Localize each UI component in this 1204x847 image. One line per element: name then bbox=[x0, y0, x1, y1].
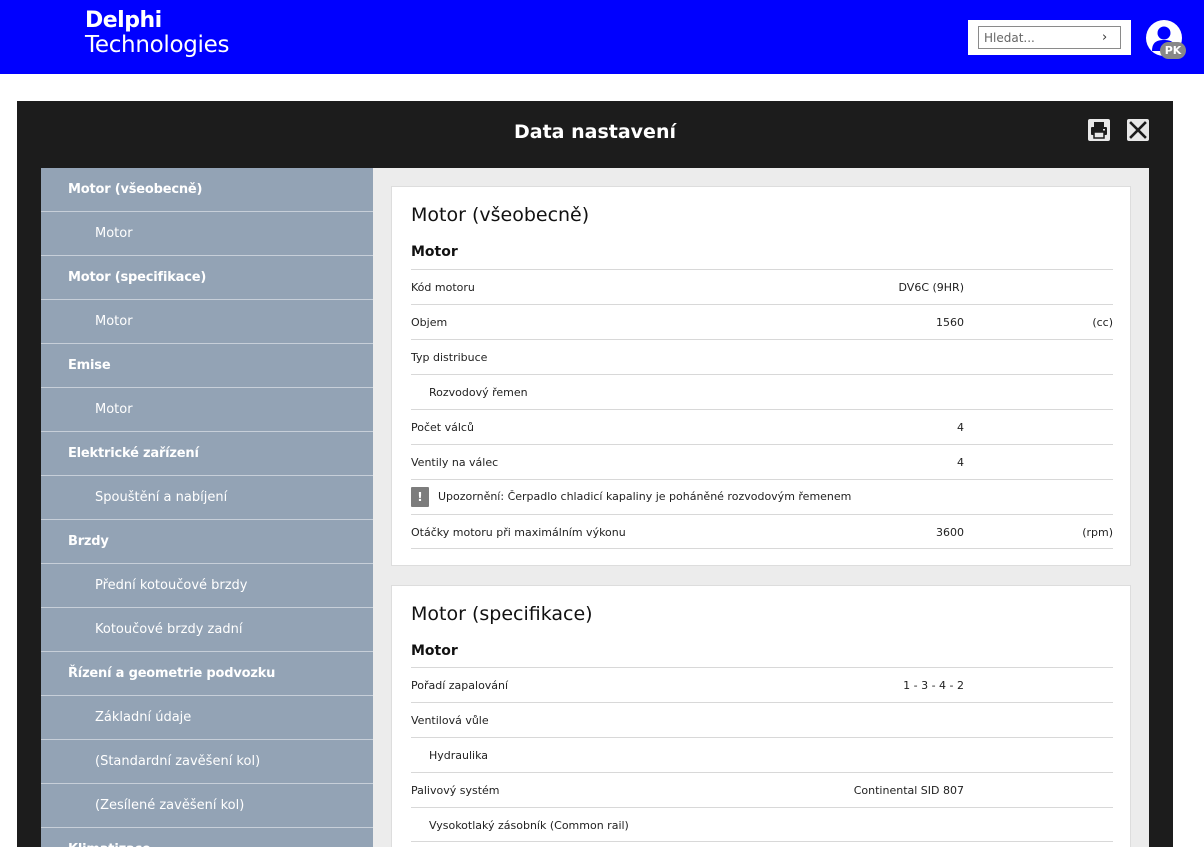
row-label: Typ distribuce bbox=[411, 351, 488, 364]
row-label: Rozvodový řemen bbox=[429, 386, 528, 399]
table-row: Otáčky motoru při maximálním výkonu 3600… bbox=[411, 514, 1113, 549]
sidebar-subitem-basic-data[interactable]: Základní údaje bbox=[41, 696, 373, 740]
row-value: Continental SID 807 bbox=[853, 784, 964, 797]
printer-icon bbox=[1091, 122, 1107, 139]
content-area[interactable]: Motor (všeobecně) Motor Kód motoru DV6C … bbox=[373, 168, 1149, 847]
sidebar-subitem-rear-disc-brakes[interactable]: Kotoučové brzdy zadní bbox=[41, 608, 373, 652]
logo-line2: Technologies bbox=[85, 32, 230, 58]
row-label: Ventily na válec bbox=[411, 456, 499, 469]
row-value: DV6C (9HR) bbox=[898, 281, 964, 294]
sidebar-subitem-engine[interactable]: Motor bbox=[41, 300, 373, 344]
sidebar-item-engine-specification[interactable]: Motor (specifikace) bbox=[41, 256, 373, 300]
search-submit-icon[interactable]: › bbox=[1102, 30, 1107, 45]
delphi-logo[interactable]: Delphi Technologies bbox=[85, 10, 229, 57]
row-value: 4 bbox=[957, 456, 964, 469]
row-label: Kód motoru bbox=[411, 281, 475, 294]
warning-icon: ! bbox=[411, 487, 429, 507]
sidebar-subitem-engine[interactable]: Motor bbox=[41, 212, 373, 256]
row-unit: (cc) bbox=[1092, 316, 1113, 329]
sidebar-item-air-conditioning[interactable]: Klimatizace bbox=[41, 828, 373, 847]
table-row: Hydraulika bbox=[411, 737, 1113, 772]
section-title: Motor (specifikace) bbox=[411, 603, 593, 625]
row-label: Počet válců bbox=[411, 421, 474, 434]
top-bar: Delphi Technologies › PK bbox=[0, 0, 1204, 74]
table-row: Ventilová vůle bbox=[411, 702, 1113, 737]
table-row: Kód motoru DV6C (9HR) bbox=[411, 269, 1113, 304]
row-unit: (rpm) bbox=[1082, 526, 1113, 539]
section-subtitle: Motor bbox=[411, 643, 458, 659]
section-engine-general: Motor (všeobecně) Motor Kód motoru DV6C … bbox=[391, 186, 1131, 566]
sidebar-subitem-engine[interactable]: Motor bbox=[41, 388, 373, 432]
row-label: Vysokotlaký zásobník (Common rail) bbox=[429, 819, 629, 832]
row-label: Hydraulika bbox=[429, 749, 489, 762]
sidebar-subitem-heavy-duty-suspension[interactable]: (Zesílené zavěšení kol) bbox=[41, 784, 373, 828]
sidebar-item-steering-geometry[interactable]: Řízení a geometrie podvozku bbox=[41, 652, 373, 696]
logo-line1: Delphi bbox=[85, 8, 162, 33]
section-subtitle: Motor bbox=[411, 244, 458, 260]
avatar-initials-badge: PK bbox=[1160, 42, 1186, 59]
section-title: Motor (všeobecně) bbox=[411, 204, 590, 226]
sidebar-item-emissions[interactable]: Emise bbox=[41, 344, 373, 388]
row-value: 1560 bbox=[936, 316, 964, 329]
sidebar-item-electrical[interactable]: Elektrické zařízení bbox=[41, 432, 373, 476]
table-row: Pořadí zapalování 1 - 3 - 4 - 2 bbox=[411, 667, 1113, 702]
close-button[interactable] bbox=[1127, 119, 1149, 141]
table-row: Rozvodový řemen bbox=[411, 374, 1113, 409]
table-row: Vysokotlaký zásobník (Common rail) bbox=[411, 807, 1113, 842]
search-box: › bbox=[968, 20, 1131, 55]
row-value: 4 bbox=[957, 421, 964, 434]
sidebar: Motor (všeobecně) Motor Motor (specifika… bbox=[41, 168, 373, 847]
sidebar-subitem-front-disc-brakes[interactable]: Přední kotoučové brzdy bbox=[41, 564, 373, 608]
close-icon bbox=[1129, 121, 1147, 139]
search-input[interactable] bbox=[978, 26, 1121, 49]
row-value: 3600 bbox=[936, 526, 964, 539]
table-row: Ventily na válec 4 bbox=[411, 444, 1113, 479]
row-label: Objem bbox=[411, 316, 448, 329]
table-row: Typ distribuce bbox=[411, 339, 1113, 374]
row-label: Palivový systém bbox=[411, 784, 500, 797]
print-button[interactable] bbox=[1088, 119, 1110, 141]
section-engine-specification: Motor (specifikace) Motor Pořadí zapalov… bbox=[391, 585, 1131, 847]
row-label: Ventilová vůle bbox=[411, 714, 489, 727]
table-row: Objem 1560 (cc) bbox=[411, 304, 1113, 339]
table-row: Palivový systém Continental SID 807 bbox=[411, 772, 1113, 807]
table-row: Počet válců 4 bbox=[411, 409, 1113, 444]
sidebar-item-engine-general[interactable]: Motor (všeobecně) bbox=[41, 168, 373, 212]
row-label: Otáčky motoru při maximálním výkonu bbox=[411, 526, 626, 539]
sidebar-item-brakes[interactable]: Brzdy bbox=[41, 520, 373, 564]
setup-data-modal: Data nastavení Motor (všeobecně) Motor M… bbox=[17, 101, 1173, 847]
sidebar-subitem-starting-charging[interactable]: Spouštění a nabíjení bbox=[41, 476, 373, 520]
row-label: Pořadí zapalování bbox=[411, 679, 509, 692]
row-value: 1 - 3 - 4 - 2 bbox=[903, 679, 964, 692]
sidebar-subitem-standard-suspension[interactable]: (Standardní zavěšení kol) bbox=[41, 740, 373, 784]
warning-row: ! Upozornění: Čerpadlo chladicí kapaliny… bbox=[411, 479, 1113, 514]
modal-title: Data nastavení bbox=[514, 121, 676, 143]
warning-text: Upozornění: Čerpadlo chladicí kapaliny j… bbox=[438, 490, 852, 503]
